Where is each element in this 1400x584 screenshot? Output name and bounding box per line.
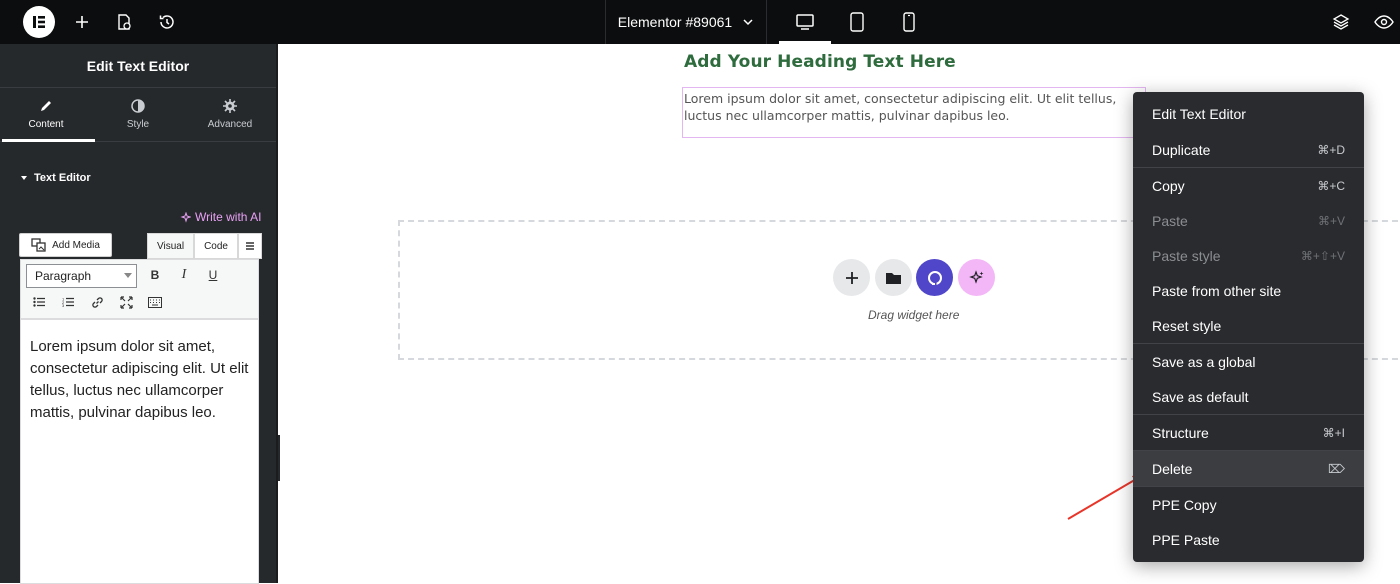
desktop-device-icon[interactable] (779, 0, 831, 44)
menu-item-save-global[interactable]: Save as a global (1133, 344, 1364, 379)
add-element-icon[interactable] (62, 0, 102, 44)
layers-icon[interactable] (1321, 0, 1361, 44)
panel-title: Edit Text Editor (0, 44, 276, 88)
editor-mode-tabs: Visual Code (147, 233, 262, 259)
tab-style[interactable]: Style (92, 88, 184, 141)
menu-item-label: PPE Paste (1152, 531, 1220, 548)
top-bar: Elementor #89061 (0, 0, 1400, 44)
bullet-list-icon[interactable] (28, 291, 50, 313)
document-title: Elementor #89061 (617, 14, 733, 30)
menu-item-label: Copy (1152, 177, 1185, 194)
menu-item-delete[interactable]: Delete ⌦ (1133, 451, 1364, 486)
preview-eye-icon[interactable] (1364, 0, 1400, 44)
editor-toolbar: Paragraph B I U 123 (20, 259, 259, 319)
tab-content-label: Content (28, 119, 64, 130)
format-select-value: Paragraph (35, 269, 92, 283)
delete-key-icon: ⌦ (1328, 461, 1345, 476)
section-title: Text Editor (34, 172, 91, 184)
fullscreen-icon[interactable] (115, 291, 137, 313)
menu-item-label: PPE Copy (1152, 496, 1217, 513)
half-circle-icon (131, 99, 145, 113)
menu-item-paste[interactable]: Paste ⌘+V (1133, 203, 1364, 238)
add-media-button[interactable]: Add Media (19, 233, 112, 257)
ppe-library-button[interactable] (916, 259, 953, 296)
heading-widget[interactable]: Add Your Heading Text Here (684, 52, 956, 72)
menu-item-paste-style[interactable]: Paste style ⌘+⇧+V (1133, 238, 1364, 273)
format-select[interactable]: Paragraph (26, 264, 137, 288)
add-section-button[interactable] (833, 259, 870, 296)
write-with-ai-link[interactable]: Write with AI (180, 210, 261, 224)
menu-item-reset-style[interactable]: Reset style (1133, 308, 1364, 343)
caret-down-icon (21, 176, 27, 180)
menu-item-label: Save as default (1152, 388, 1249, 405)
tab-visual[interactable]: Visual (147, 233, 195, 259)
history-icon[interactable] (147, 0, 187, 44)
numbered-list-icon[interactable]: 123 (57, 291, 79, 313)
menu-item-label: Structure (1152, 424, 1209, 441)
select-caret-icon (124, 273, 132, 278)
keyboard-icon[interactable] (144, 291, 166, 313)
menu-item-shortcut: ⌘+V (1317, 213, 1345, 228)
tab-advanced-label: Advanced (207, 119, 253, 130)
sparkle-icon (180, 211, 191, 223)
editor-panel: Edit Text Editor Content Style Advanced … (0, 44, 278, 584)
menu-item-label: Paste (1152, 212, 1188, 229)
text-editor-area[interactable]: Lorem ipsum dolor sit amet, consectetur … (20, 319, 259, 584)
drag-widget-hint: Drag widget here (868, 308, 960, 322)
menu-item-paste-other-site[interactable]: Paste from other site (1133, 273, 1364, 308)
menu-item-label: Paste style (1152, 247, 1221, 264)
tablet-device-icon[interactable] (831, 0, 883, 44)
menu-item-edit[interactable]: Edit Text Editor (1133, 96, 1364, 131)
menu-item-label: Save as a global (1152, 353, 1256, 370)
menu-item-ppe-paste[interactable]: PPE Paste (1133, 522, 1364, 557)
menu-item-shortcut: ⌘+⇧+V (1300, 248, 1345, 263)
link-icon[interactable] (86, 291, 108, 313)
menu-item-shortcut: ⌘+C (1317, 178, 1345, 193)
menu-item-label: Paste from other site (1152, 282, 1282, 299)
section-toggle-text-editor[interactable]: Text Editor (20, 172, 91, 184)
add-media-label: Add Media (52, 239, 100, 251)
tab-advanced[interactable]: Advanced (184, 88, 276, 141)
elementor-logo-icon[interactable] (23, 6, 55, 38)
italic-icon[interactable]: I (173, 264, 195, 286)
menu-item-label: Delete (1152, 460, 1193, 477)
menu-item-label: Reset style (1152, 317, 1222, 334)
toolbar-toggle-icon[interactable] (237, 233, 262, 259)
menu-item-shortcut: ⌘+D (1317, 142, 1345, 157)
menu-item-label: Edit Text Editor (1152, 105, 1246, 122)
menu-item-duplicate[interactable]: Duplicate ⌘+D (1133, 132, 1364, 167)
menu-item-save-default[interactable]: Save as default (1133, 379, 1364, 414)
context-menu: Edit Text Editor Duplicate ⌘+D Copy ⌘+C Pa… (1133, 92, 1364, 562)
tab-style-label: Style (126, 119, 150, 130)
menu-item-structure[interactable]: Structure ⌘+I (1133, 415, 1364, 450)
menu-item-copy[interactable]: Copy ⌘+C (1133, 168, 1364, 203)
menu-item-label: Duplicate (1152, 141, 1211, 158)
media-icon (31, 238, 46, 252)
mobile-device-icon[interactable] (883, 0, 935, 44)
menu-item-shortcut: ⌘+I (1322, 425, 1345, 440)
underline-icon[interactable]: U (202, 264, 224, 286)
text-editor-widget[interactable]: Lorem ipsum dolor sit amet, consectetur … (682, 87, 1146, 138)
circle-arrow-icon (927, 270, 942, 285)
menu-item-ppe-copy[interactable]: PPE Copy (1133, 487, 1364, 522)
tab-code[interactable]: Code (194, 233, 238, 259)
svg-text:3: 3 (62, 303, 65, 307)
page-settings-icon[interactable] (104, 0, 144, 44)
tab-content[interactable]: Content (0, 88, 92, 141)
chevron-down-icon (743, 19, 753, 26)
write-with-ai-label: Write with AI (195, 210, 262, 224)
plus-icon (845, 271, 858, 284)
add-template-button[interactable] (875, 259, 912, 296)
sparkle-icon (968, 269, 983, 284)
gear-icon (223, 99, 237, 113)
panel-tabs: Content Style Advanced (0, 88, 276, 142)
pencil-icon (41, 101, 51, 111)
ai-generate-button[interactable] (958, 259, 995, 296)
document-title-dropdown[interactable]: Elementor #89061 (605, 0, 767, 44)
bold-icon[interactable]: B (144, 264, 166, 286)
folder-icon (886, 272, 901, 284)
